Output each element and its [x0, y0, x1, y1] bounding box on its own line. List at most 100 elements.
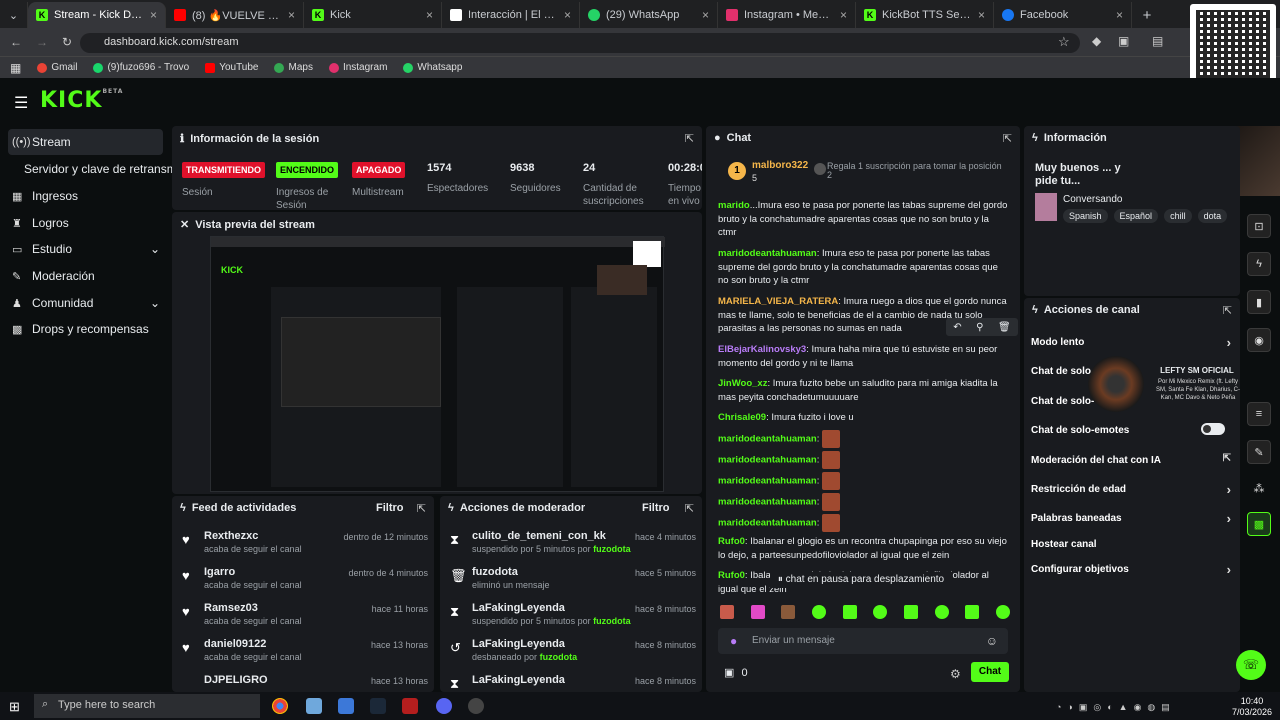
trash-icon[interactable]: 🗑 [998, 322, 1011, 333]
emote[interactable] [934, 605, 949, 619]
chat-paused-banner[interactable]: ⏸ chat en pausa para desplazamiento [770, 572, 952, 588]
emote[interactable] [720, 605, 734, 619]
emotes-only-toggle[interactable] [1201, 423, 1225, 435]
action-goals[interactable]: Configurar objetivos › [1031, 562, 1231, 577]
mod-filter-button[interactable]: Filtro [642, 502, 670, 514]
app-red-icon[interactable] [402, 698, 418, 714]
rail-doc-icon[interactable]: ▮ [1247, 290, 1271, 314]
sidebar-item-comunidad[interactable]: ♟ Comunidad ⌄ [12, 296, 160, 310]
kick-logo[interactable]: KICKBETA [40, 88, 123, 113]
system-tray[interactable]: ◔◑▣◎◐▲◉◍▤ [1056, 702, 1176, 713]
sidebar-item-drops[interactable]: ▩ Drops y recompensas [12, 322, 149, 336]
gear-icon[interactable]: ⚙ [950, 667, 961, 681]
close-icon[interactable]: × [840, 8, 847, 22]
sidepanel-icon[interactable]: ▤ [1152, 34, 1163, 48]
rail-share-icon[interactable]: ⁂ [1247, 476, 1271, 500]
bookmark-maps[interactable]: Maps [274, 62, 313, 73]
action-slow-mode[interactable]: Modo lento › [1031, 335, 1231, 350]
close-icon[interactable]: × [288, 8, 295, 22]
tab-kick-dashboard[interactable]: KStream - Kick Dashboard× [28, 2, 166, 28]
bookmark-gmail[interactable]: Gmail [37, 62, 77, 73]
reply-icon[interactable]: ↶ [953, 322, 961, 333]
close-icon[interactable]: ✕ [180, 218, 189, 231]
sidebar-item-estudio[interactable]: ▭ Estudio ⌄ [12, 242, 160, 256]
popout-icon[interactable]: ⇱ [417, 502, 426, 515]
feed-filter-button[interactable]: Filtro [376, 502, 404, 514]
tab-facebook[interactable]: Facebook × [994, 2, 1132, 28]
pin-icon[interactable]: ⚲ [976, 322, 983, 333]
action-emotes-only[interactable]: Chat de solo-emotes [1031, 423, 1231, 436]
rail-wrench-icon[interactable]: ✎ [1247, 440, 1271, 464]
back-icon[interactable]: ← [10, 35, 22, 49]
obs-icon[interactable] [468, 698, 484, 714]
emote[interactable] [842, 605, 857, 619]
close-icon[interactable]: × [564, 8, 571, 22]
forward-icon[interactable]: → [36, 35, 48, 49]
action-ai-moderation[interactable]: Moderación del chat con IA ⇱ [1031, 453, 1231, 466]
windows-start-icon[interactable]: ⊞ [9, 699, 20, 715]
close-icon[interactable]: × [1116, 8, 1123, 22]
apps-icon[interactable]: ▦ [10, 61, 21, 75]
clock[interactable]: 10:40 7/03/2026 [1232, 696, 1272, 718]
files-icon[interactable] [338, 698, 354, 714]
emote[interactable] [750, 605, 765, 619]
tab-kick[interactable]: K Kick × [304, 2, 442, 28]
chat-input[interactable]: ● Enviar un mensaje ☺ [718, 628, 1008, 654]
tab-kickbot[interactable]: KKickBot TTS Settings× [856, 2, 994, 28]
rail-chat-icon[interactable]: ◉ [1247, 328, 1271, 352]
pinned-user[interactable]: malboro322 [752, 160, 808, 171]
sidebar-item-ingresos[interactable]: ▦ Ingresos [12, 189, 78, 203]
chrome-icon[interactable] [272, 698, 288, 714]
taskbar-search[interactable]: ⌕ Type here to search [34, 694, 260, 718]
emote[interactable] [811, 605, 826, 619]
bookmark-trovo[interactable]: (9)fuzo696 - Trovo [93, 62, 189, 73]
rail-clapper-icon[interactable]: ▩ [1247, 512, 1271, 536]
reload-icon[interactable]: ↻ [62, 35, 72, 49]
tab-youtube[interactable]: (8) 🔥VUELVE LA FEKA H× [166, 2, 304, 28]
extension-icon[interactable]: ◆ [1092, 34, 1101, 48]
popout-icon[interactable]: ⇱ [1003, 132, 1012, 145]
send-chat-button[interactable]: Chat [971, 662, 1009, 682]
emoji-icon[interactable]: ☺ [986, 634, 998, 648]
puzzle-icon[interactable]: ▣ [1118, 34, 1129, 48]
sidebar-item-logros[interactable]: ♜ Logros [12, 216, 69, 230]
rail-bolt-icon[interactable]: ϟ [1247, 252, 1271, 276]
close-icon[interactable]: × [426, 8, 433, 22]
action-age-restriction[interactable]: Restricción de edad › [1031, 482, 1231, 497]
tab-search-button[interactable]: ⌄ [0, 2, 28, 28]
gift-sub-prompt[interactable]: Regala 1 suscripción para tomar la posic… [827, 162, 1007, 180]
discord-icon[interactable] [436, 698, 452, 714]
sidebar-item-server-key[interactable]: Servidor y clave de retransm [24, 162, 177, 176]
action-host-channel[interactable]: Hostear canal [1031, 539, 1231, 550]
tab-whatsapp[interactable]: (29) WhatsApp × [580, 2, 718, 28]
support-chat-button[interactable]: ☏ [1236, 650, 1266, 680]
menu-icon[interactable]: ☰ [14, 93, 28, 113]
sidebar-item-stream[interactable]: ((•)) Stream [12, 135, 71, 149]
new-tab-button[interactable]: + [1132, 2, 1162, 28]
stream-preview-video[interactable]: KICK [210, 236, 665, 492]
close-icon[interactable]: × [702, 8, 709, 22]
sidebar-item-moderacion[interactable]: ✎ Moderación [12, 269, 95, 283]
popout-icon[interactable]: ⇱ [1223, 304, 1232, 317]
app-icon[interactable] [306, 698, 322, 714]
action-banned-words[interactable]: Palabras baneadas › [1031, 511, 1231, 526]
popout-icon[interactable]: ⇱ [685, 502, 694, 515]
popout-icon[interactable]: ⇱ [685, 132, 694, 145]
close-icon[interactable]: × [150, 8, 157, 22]
bookmark-instagram[interactable]: Instagram [328, 62, 387, 73]
star-icon[interactable]: ☆ [1058, 34, 1070, 50]
bookmark-youtube[interactable]: YouTube [205, 62, 258, 73]
emote[interactable] [781, 605, 796, 619]
emote[interactable] [903, 605, 918, 619]
address-bar[interactable]: dashboard.kick.com/stream [80, 33, 1080, 53]
tab-interaction[interactable]: Interacción | El mejor sof× [442, 2, 580, 28]
rail-screen-icon[interactable]: ⊡ [1247, 214, 1271, 238]
emote[interactable] [995, 605, 1010, 619]
rail-list-icon[interactable]: ≡ [1247, 402, 1271, 426]
category-thumbnail[interactable] [1035, 193, 1057, 221]
mic-icon[interactable]: ● [730, 634, 737, 648]
steam-icon[interactable] [370, 698, 386, 714]
close-icon[interactable]: × [978, 8, 985, 22]
bookmark-whatsapp[interactable]: Whatsapp [403, 62, 462, 73]
emote[interactable] [965, 605, 980, 619]
